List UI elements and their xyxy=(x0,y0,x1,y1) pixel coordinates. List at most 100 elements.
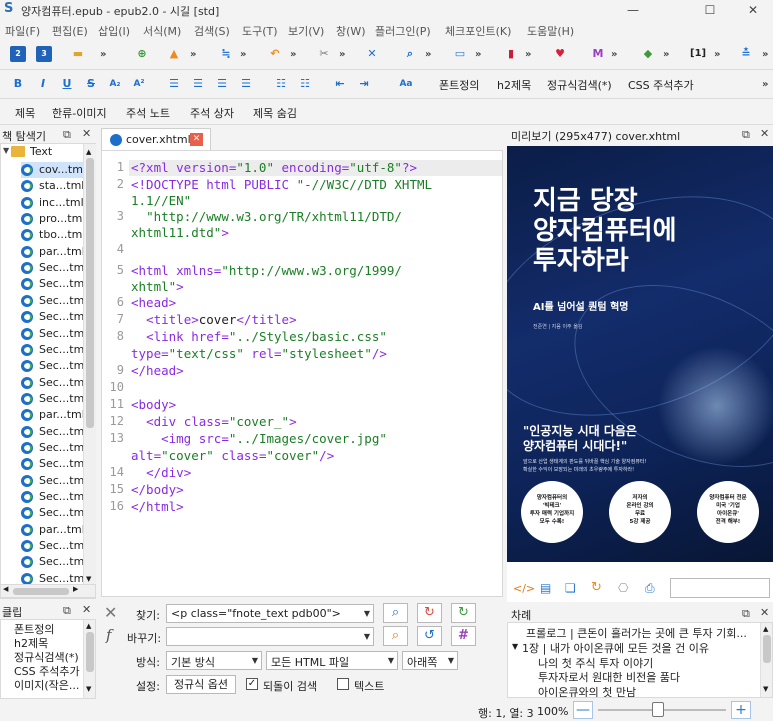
menu-edit[interactable]: 편집(E) xyxy=(52,23,88,39)
strikethrough-icon[interactable]: S xyxy=(83,76,99,92)
subscript-icon[interactable]: A₂ xyxy=(107,76,123,92)
align-right-icon[interactable]: ☰ xyxy=(214,76,230,92)
zoom-slider-handle[interactable] xyxy=(652,702,664,717)
float-panel-icon[interactable]: ⧉ xyxy=(742,128,750,142)
spellcheck-icon[interactable]: ✕ xyxy=(364,46,380,62)
replace-button[interactable]: ↺ xyxy=(417,626,442,646)
footnote-icon[interactable]: [1] xyxy=(690,46,706,62)
toolbar-more-icon[interactable]: » xyxy=(611,49,617,60)
underline-icon[interactable]: U xyxy=(59,76,75,92)
file-item[interactable]: tbo...tml xyxy=(1,227,85,243)
inspect-icon[interactable]: ⎔ xyxy=(618,581,628,595)
file-item[interactable]: Sec...tml xyxy=(1,505,87,521)
undo-icon[interactable]: ↶ xyxy=(267,46,283,62)
preview-search-input[interactable] xyxy=(670,578,770,598)
toc-item[interactable]: 투자자로서 원대한 비전을 품다 xyxy=(538,669,680,685)
file-item[interactable]: par...tml xyxy=(1,244,85,260)
italic-icon[interactable]: I xyxy=(35,76,51,92)
file-item[interactable]: Sec...tml xyxy=(1,260,87,276)
file-item[interactable]: Sec...tml xyxy=(1,456,87,472)
maximize-button[interactable]: ☐ xyxy=(690,0,730,20)
decrease-indent-icon[interactable]: ⇤ xyxy=(332,76,348,92)
file-item[interactable]: Sec...tml xyxy=(1,554,87,570)
toolbar-more-icon[interactable]: » xyxy=(425,49,431,60)
close-button[interactable]: ✕ xyxy=(733,0,773,20)
file-item[interactable]: Sec...tml xyxy=(1,375,87,391)
scope-select[interactable]: 모든 HTML 파일 ▼ xyxy=(266,651,398,670)
indent-icon[interactable]: ≒ xyxy=(218,46,234,62)
toc-item[interactable]: 프롤로그 | 큰돈이 흘러가는 곳에 큰 투자 기회... xyxy=(526,625,747,641)
file-item[interactable]: Sec...tml xyxy=(1,309,87,325)
close-panel-icon[interactable]: ✕ xyxy=(82,127,91,140)
bullet-list-icon[interactable]: ☷ xyxy=(273,76,289,92)
code-view-icon[interactable]: </> xyxy=(513,582,535,595)
float-panel-icon[interactable]: ⧉ xyxy=(63,604,71,618)
clip-note-box[interactable]: 주석 상자 xyxy=(190,105,234,121)
toolbar-more-icon[interactable]: » xyxy=(240,49,246,60)
clip-css-comment[interactable]: CSS 주석추가 xyxy=(628,77,694,93)
clip-regex-search[interactable]: 정규식검색(*) xyxy=(547,77,612,93)
toolbar-more-icon[interactable]: » xyxy=(190,49,196,60)
add-file-icon[interactable]: 3 xyxy=(36,46,52,62)
zoom-out-button[interactable]: — xyxy=(573,701,593,719)
menu-help[interactable]: 도움말(H) xyxy=(527,23,574,39)
print-icon[interactable]: ⎙ xyxy=(645,581,655,596)
new-file-icon[interactable]: 2 xyxy=(10,46,26,62)
close-panel-icon[interactable]: ✕ xyxy=(760,127,769,140)
scroll-thumb[interactable] xyxy=(86,632,94,672)
file-item[interactable]: pro...tml xyxy=(1,211,85,227)
function-icon[interactable]: f xyxy=(106,626,112,644)
clip-item[interactable]: 이미지(작은... xyxy=(14,677,79,693)
add-circle-icon[interactable]: ⊕ xyxy=(134,46,150,62)
superscript-icon[interactable]: A² xyxy=(131,76,147,92)
scroll-up-icon[interactable]: ▲ xyxy=(763,625,768,633)
numbered-list-icon[interactable]: ☷ xyxy=(297,76,313,92)
close-panel-icon[interactable]: ✕ xyxy=(760,606,769,619)
toolbar-more-icon[interactable]: » xyxy=(475,49,481,60)
scroll-down-icon[interactable]: ▼ xyxy=(763,685,768,693)
file-item[interactable]: Sec...tml xyxy=(1,424,87,440)
toolbar-more-icon[interactable]: » xyxy=(339,49,345,60)
mode-select[interactable]: 기본 방식 ▼ xyxy=(166,651,262,670)
expand-arrow-icon[interactable]: ▼ xyxy=(512,642,518,651)
close-tab-icon[interactable]: ✕ xyxy=(190,133,203,146)
menu-insert[interactable]: 삽입(I) xyxy=(98,23,130,39)
document-icon[interactable]: ▤ xyxy=(540,581,551,595)
text-checkbox[interactable] xyxy=(337,678,349,690)
wrap-checkbox[interactable]: ✓ xyxy=(246,678,258,690)
regex-options-button[interactable]: 정규식 옵션 xyxy=(166,675,236,694)
scroll-up-icon[interactable]: ▲ xyxy=(86,148,91,156)
search-icon[interactable]: ⌕ xyxy=(402,46,418,62)
file-item[interactable]: Sec...tml xyxy=(1,440,87,456)
file-item[interactable]: par...tml xyxy=(1,522,85,538)
browser-hscrollbar[interactable]: ◀ ▶ xyxy=(0,584,96,598)
scroll-thumb[interactable] xyxy=(763,635,771,663)
close-find-icon[interactable]: ✕ xyxy=(104,603,117,622)
file-item[interactable]: Sec...tml xyxy=(1,473,87,489)
file-item[interactable]: Sec...tml xyxy=(1,326,87,342)
align-center-icon[interactable]: ☰ xyxy=(190,76,206,92)
toc-item[interactable]: 아이온큐와의 첫 만남 xyxy=(538,684,636,697)
file-item[interactable]: Sec...tml xyxy=(1,538,87,554)
clip-title[interactable]: 제목 xyxy=(15,105,35,121)
replace-input[interactable]: ▼ xyxy=(166,627,374,646)
bold-icon[interactable]: B xyxy=(10,76,26,92)
toolbar-more-icon[interactable]: » xyxy=(762,49,768,60)
menu-search[interactable]: 검색(S) xyxy=(194,23,230,39)
menu-format[interactable]: 서식(M) xyxy=(143,23,181,39)
scroll-down-icon[interactable]: ▼ xyxy=(86,575,91,583)
toolbar-more-icon[interactable]: » xyxy=(663,49,669,60)
clips-scrollbar[interactable]: ▲ ▼ xyxy=(83,620,95,698)
replace-all-button[interactable]: ↻ xyxy=(451,603,476,623)
minimize-button[interactable]: — xyxy=(613,0,653,20)
refresh-icon[interactable]: ↻ xyxy=(591,580,602,595)
menu-view[interactable]: 보기(V) xyxy=(288,23,324,39)
menu-checkpoint[interactable]: 체크포인트(K) xyxy=(445,23,511,39)
zoom-in-button[interactable]: + xyxy=(731,701,751,719)
clip-hallyu-image[interactable]: 한류-이미지 xyxy=(52,105,107,121)
direction-select[interactable]: 아래쪽 ▼ xyxy=(402,651,458,670)
menu-file[interactable]: 파일(F) xyxy=(5,23,40,39)
align-justify-icon[interactable]: ☰ xyxy=(238,76,254,92)
file-item[interactable]: Sec...tml xyxy=(1,489,87,505)
find-button[interactable]: ⌕ xyxy=(383,603,408,623)
